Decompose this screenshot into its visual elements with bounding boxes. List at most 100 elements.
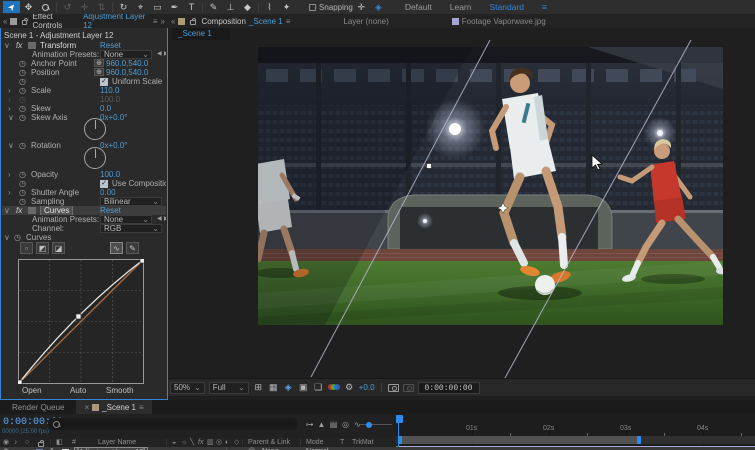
tab-footage[interactable]: Footage Vaporwave.jpg: [451, 17, 546, 26]
stopwatch-icon[interactable]: ◷: [19, 59, 26, 68]
rotation-dial[interactable]: [84, 147, 106, 169]
fx-icon[interactable]: fx: [16, 41, 22, 50]
curve-tool-icon[interactable]: ∿: [110, 242, 123, 254]
curves-effect-row[interactable]: ∨ fx Curves Reset: [2, 206, 166, 215]
lock-icon[interactable]: [190, 17, 197, 25]
number-column-header[interactable]: #: [72, 438, 76, 447]
twirl-icon[interactable]: ∨: [4, 206, 10, 215]
pan-behind-tool[interactable]: ⌖: [132, 1, 149, 13]
pencil-tool-icon[interactable]: ✎: [126, 242, 139, 254]
audio-column-icon[interactable]: ♪: [14, 438, 18, 447]
mini-flowchart-icon[interactable]: ⊶: [304, 419, 315, 430]
snap-options-icon[interactable]: ✛: [353, 1, 370, 13]
fx-icon[interactable]: fx: [16, 206, 22, 215]
curves-effect-name[interactable]: Curves: [40, 206, 74, 215]
snapshot-camera-icon[interactable]: [387, 383, 399, 392]
collapse-transforms-icon[interactable]: ☼: [181, 438, 187, 447]
collapse-panel-icon[interactable]: «: [3, 17, 7, 26]
transform-effect-row[interactable]: ∨ fx Transform Reset: [2, 41, 166, 50]
channel-icon[interactable]: [327, 383, 340, 392]
curves-auto-button[interactable]: Auto: [70, 386, 86, 396]
pixel-aspect-icon[interactable]: ❏: [313, 382, 324, 393]
stopwatch-icon[interactable]: ◷: [19, 188, 26, 197]
mode-column-header[interactable]: Mode: [306, 438, 324, 447]
workspace-learn[interactable]: Learn: [450, 2, 472, 12]
sampling-dropdown[interactable]: Bilinear ⌄: [100, 197, 162, 206]
panel-overflow-icon[interactable]: »: [161, 17, 165, 26]
workspace-standard[interactable]: Standard: [490, 2, 525, 12]
crosshair-icon[interactable]: ⊕: [94, 68, 104, 76]
selection-tool[interactable]: ➤: [3, 1, 20, 13]
twirl-icon[interactable]: ›: [8, 86, 11, 95]
twirl-icon[interactable]: ∨: [8, 113, 14, 122]
pen-tool[interactable]: ✒: [166, 1, 183, 13]
curve-point-mid[interactable]: [75, 313, 82, 320]
rotation-tool[interactable]: ↻: [115, 1, 132, 13]
skew-axis-dial[interactable]: [84, 118, 106, 140]
snapping-checkbox[interactable]: [309, 3, 316, 11]
shutter-angle-value[interactable]: 0.00: [100, 188, 116, 197]
transform-reset-button[interactable]: Reset: [100, 41, 121, 50]
t-column-header[interactable]: T: [340, 438, 344, 447]
layer-name-column-header[interactable]: Layer Name: [98, 438, 136, 447]
roto-brush-tool[interactable]: ⌇: [261, 1, 278, 13]
uniform-scale-checkbox[interactable]: ✓: [100, 77, 108, 86]
tab-composition-target[interactable]: _Scene 1: [249, 17, 283, 26]
stopwatch-icon[interactable]: ◷: [19, 104, 26, 113]
panel-menu-icon[interactable]: ≡: [153, 17, 158, 26]
tab-render-queue[interactable]: Render Queue: [0, 403, 76, 412]
twirl-icon[interactable]: ∨: [4, 41, 10, 50]
crosshair-icon[interactable]: ⊕: [94, 59, 104, 67]
curve-point-low[interactable]: [16, 379, 23, 386]
frame-blend-switch-icon[interactable]: ▥: [207, 438, 214, 447]
skew-value[interactable]: 0.0: [100, 104, 111, 113]
position-value[interactable]: 960.0,540.0: [106, 68, 148, 77]
twirl-icon[interactable]: ∨: [4, 233, 10, 242]
twirl-icon[interactable]: ›: [8, 170, 11, 179]
timeline-zoom-slider[interactable]: [360, 421, 392, 428]
label-column-icon[interactable]: ◧: [56, 438, 63, 447]
opacity-value[interactable]: 100.0: [100, 170, 120, 179]
region-of-interest-icon[interactable]: ▣: [298, 382, 309, 393]
fx-switch-icon[interactable]: fx: [198, 438, 203, 447]
rotation-value[interactable]: 0x+0.0°: [100, 141, 127, 150]
dolly-camera-tool[interactable]: ⇅: [93, 1, 110, 13]
twirl-icon[interactable]: ∨: [8, 141, 14, 150]
hand-tool[interactable]: ✥: [20, 1, 37, 13]
tab-layer[interactable]: Layer (none): [343, 17, 388, 26]
puppet-pin-tool[interactable]: ✦: [278, 1, 295, 13]
grid-guides-icon[interactable]: ⊞: [253, 382, 264, 393]
comp-viewer-tab[interactable]: _Scene 1: [172, 28, 230, 40]
preset-prev-icon[interactable]: ◀: [157, 50, 164, 59]
composition-canvas[interactable]: [250, 47, 730, 325]
solo-column-icon[interactable]: ○: [25, 438, 29, 447]
type-tool[interactable]: T: [183, 1, 200, 13]
tab-composition[interactable]: Composition: [201, 17, 245, 26]
curve-point-high[interactable]: [139, 257, 146, 264]
use-composition-checkbox[interactable]: ✓: [100, 179, 108, 188]
stopwatch-icon[interactable]: ◷: [19, 170, 26, 179]
exposure-value[interactable]: +0.0: [359, 383, 375, 392]
workspace-default[interactable]: Default: [405, 2, 432, 12]
stopwatch-icon[interactable]: ◷: [19, 86, 26, 95]
gizmo-options-icon[interactable]: ◈: [370, 1, 387, 13]
collapse-panel-icon[interactable]: «: [171, 17, 175, 26]
parent-link-column-header[interactable]: Parent & Link: [248, 438, 290, 447]
stopwatch-icon[interactable]: ◷: [19, 141, 26, 150]
playhead-handle[interactable]: [396, 415, 403, 423]
tab-effect-controls-target[interactable]: Adjustment Layer 12: [83, 14, 150, 30]
rectangle-tool[interactable]: ▭: [149, 1, 166, 13]
shy-switch-icon[interactable]: ◒: [172, 438, 176, 447]
animation-presets-dropdown[interactable]: None ⌄: [100, 215, 152, 224]
curves-preset-icon[interactable]: ▫: [20, 242, 33, 254]
transparency-grid-icon[interactable]: ▦: [268, 382, 279, 393]
3d-layer-switch-icon[interactable]: ◇: [234, 438, 239, 447]
clone-stamp-tool[interactable]: ⊥: [222, 1, 239, 13]
fast-previews-gear-icon[interactable]: ⚙: [344, 382, 355, 393]
time-ruler[interactable]: 01s 02s 03s 04s: [396, 414, 755, 450]
preset-prev-icon[interactable]: ◀: [157, 215, 164, 224]
transform-effect-name[interactable]: Transform: [40, 41, 76, 50]
panel-menu-icon[interactable]: ≡: [139, 403, 144, 412]
twirl-icon[interactable]: ›: [8, 104, 11, 113]
preview-timecode[interactable]: 0:00:00:00: [417, 381, 480, 394]
